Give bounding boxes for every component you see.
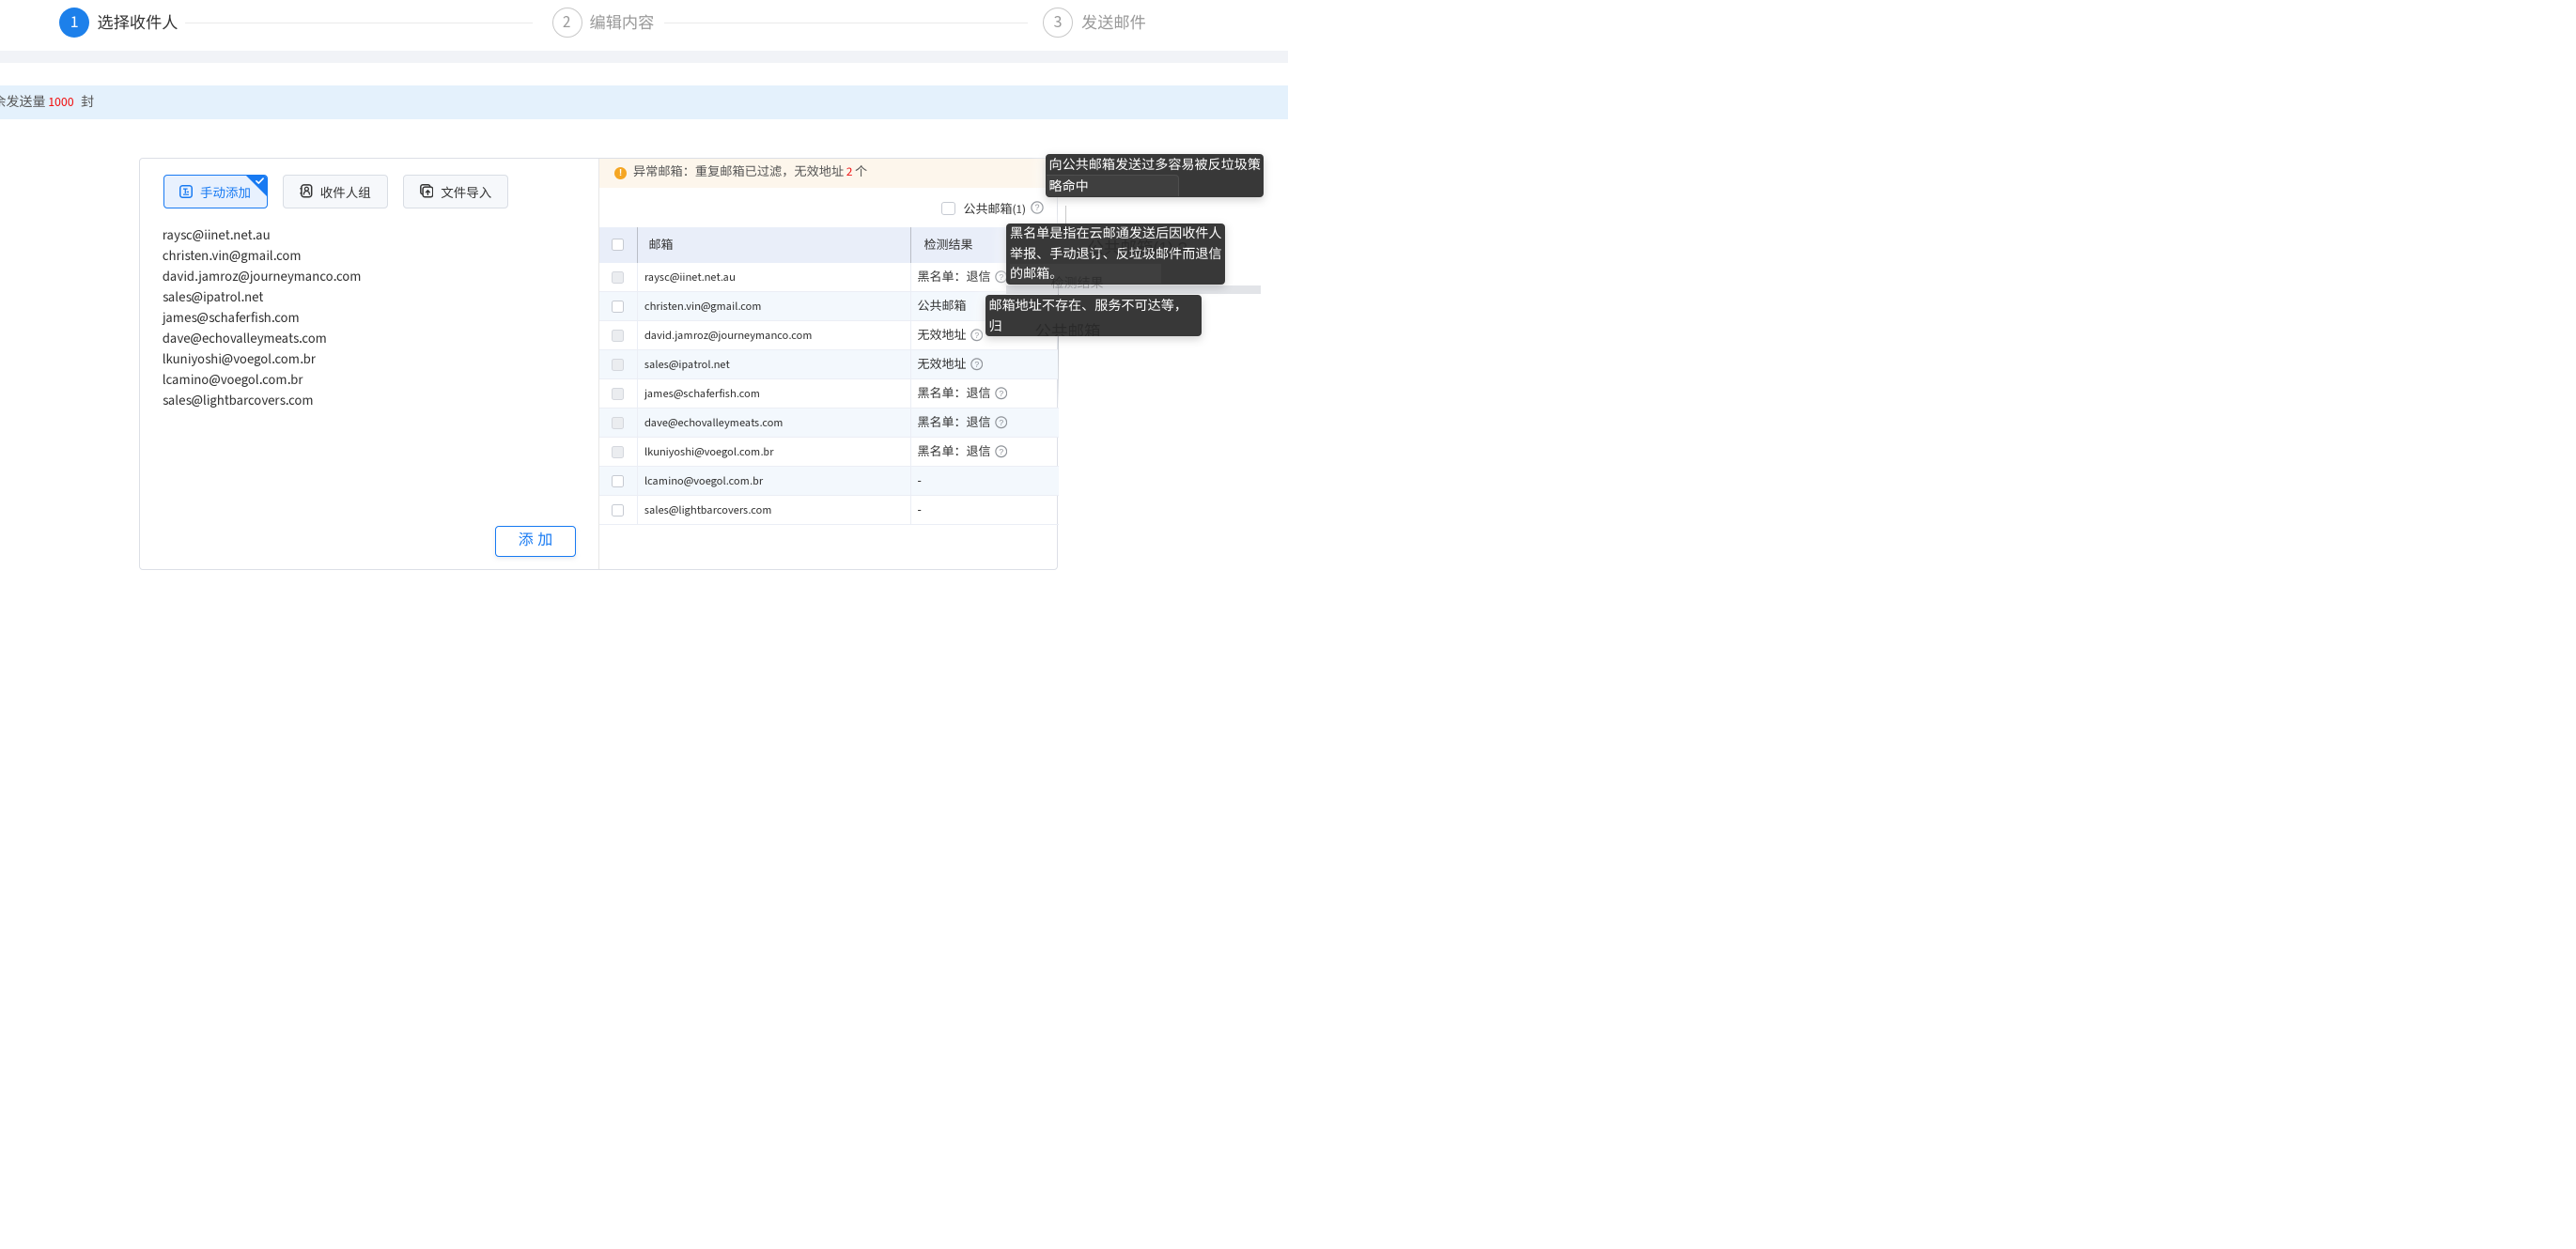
svg-text:?: ? — [999, 447, 1003, 456]
svg-text:?: ? — [999, 389, 1003, 398]
svg-text:?: ? — [999, 418, 1003, 427]
svg-text:?: ? — [974, 360, 979, 369]
svg-text:?: ? — [974, 331, 979, 340]
svg-text:?: ? — [1034, 203, 1039, 212]
svg-text:?: ? — [999, 272, 1003, 282]
